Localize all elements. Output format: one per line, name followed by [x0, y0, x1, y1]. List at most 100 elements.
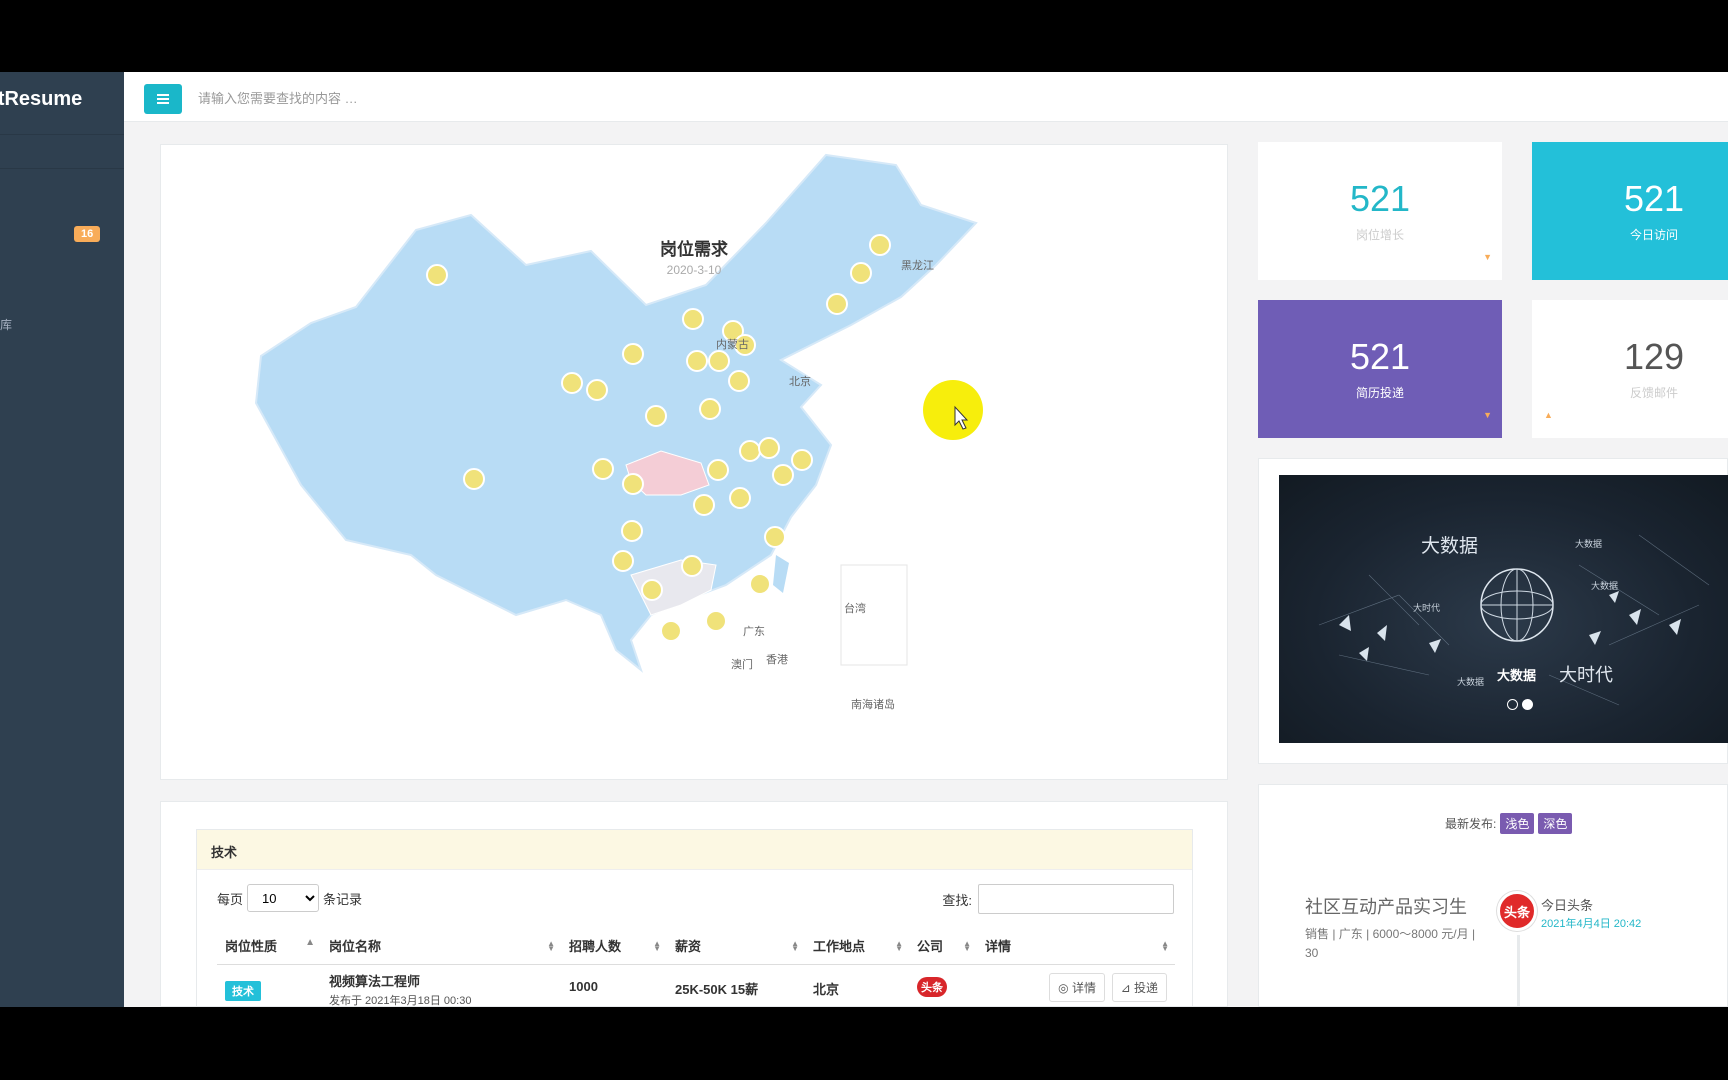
stat-label: 简历投递: [1355, 386, 1404, 400]
map-title: 岗位需求: [660, 240, 728, 259]
sort-icon: ▲ ▼: [895, 939, 903, 953]
brand-logo[interactable]: rtResume: [0, 88, 82, 111]
trend-down-icon: ▼: [1483, 252, 1492, 262]
map-marker: [758, 437, 780, 459]
map-marker: [622, 473, 644, 495]
column-header-detail[interactable]: 详情 ▲ ▼: [977, 928, 1175, 965]
table-card-title: 技术: [197, 830, 1192, 870]
stat-value: 521: [1349, 178, 1411, 219]
label-guangdong: 广东: [743, 625, 765, 638]
map-marker: [645, 405, 667, 427]
map-marker: [699, 398, 721, 420]
cell-count: 1000: [569, 978, 598, 994]
job-posted-date: 发布于 2021年3月18日 00:30: [329, 994, 472, 1007]
page-length-select[interactable]: 10: [247, 884, 320, 912]
job-table-card: 技术 每页 10 条记录 查找: 岗位性质 ▲ 岗位名称 ▲ ▼ 招聘人数 ▲ ▼: [196, 829, 1193, 1007]
map-marker: [561, 372, 583, 394]
sort-icon: ▲ ▼: [653, 939, 661, 953]
map-marker: [729, 487, 751, 509]
posting-source: 今日头条: [1541, 898, 1594, 913]
cell-name: 视频算法工程师 发布于 2021年3月18日 00:30: [321, 964, 561, 1007]
map-marker: [693, 494, 715, 516]
sort-icon: ▲ ▼: [963, 939, 971, 953]
map-marker: [621, 520, 643, 542]
banner-panel: 大数据 大时代 大数据 大时代 大数据 大数据 大数据: [1258, 458, 1728, 764]
page-length-control: 每页 10 条记录: [217, 884, 362, 912]
banner-heading: 大数据: [1421, 536, 1479, 557]
hamburger-icon: [157, 94, 169, 104]
sidebar-count-badge: 16: [74, 226, 101, 242]
sort-icon: ▲ ▼: [547, 939, 555, 953]
trend-up-icon: ▲: [1544, 410, 1553, 420]
stat-label: 反馈邮件: [1629, 386, 1678, 400]
map-marker: [463, 468, 485, 490]
network-graphic: [1318, 534, 1710, 706]
column-header-company[interactable]: 公司 ▲ ▼: [909, 928, 977, 965]
map-marker: [681, 555, 703, 577]
label-south-sea: 南海诸岛: [851, 697, 895, 711]
stat-value: 521: [1623, 178, 1685, 219]
sidebar: rtResume 16 库: [0, 72, 124, 1007]
job-table: 岗位性质 ▲ 岗位名称 ▲ ▼ 招聘人数 ▲ ▼ 薪资 ▲ ▼ 工作地点 ▲ ▼ 公司 ▲ ▼ 详情 ▲…: [217, 928, 1175, 1007]
map-marker: [707, 459, 729, 481]
stat-card-today-visits[interactable]: 521 今日访问: [1532, 142, 1728, 280]
sort-asc-icon: ▲: [305, 937, 315, 948]
menu-toggle-button[interactable]: [144, 84, 182, 114]
table-search-input[interactable]: [978, 884, 1174, 914]
taiwan-region: [773, 555, 789, 593]
sort-icon: ▲ ▼: [1161, 939, 1169, 953]
sidebar-item-label[interactable]: 库: [0, 316, 12, 333]
cell-type: 技术: [217, 964, 321, 1007]
carousel-dot-active[interactable]: [1522, 699, 1533, 710]
map-marker: [660, 620, 682, 642]
banner-small-text: 大数据: [1591, 581, 1619, 591]
search-input[interactable]: [198, 87, 598, 109]
column-header-count[interactable]: 招聘人数 ▲ ▼: [561, 928, 667, 965]
top-navbar: [124, 72, 1728, 122]
banner-small-text: 大时代: [1413, 603, 1441, 613]
latest-postings-panel: 最新发布: 浅色 深色 社区互动产品实习生 销售 | 广东 | 6000～800…: [1258, 784, 1728, 1007]
stat-card-feedback-emails[interactable]: 129 反馈邮件 ▲: [1532, 300, 1728, 438]
column-header-type[interactable]: 岗位性质 ▲: [217, 928, 321, 965]
cell-location: 北京: [813, 981, 840, 997]
apply-button[interactable]: ⊿ 投递: [1111, 972, 1167, 1002]
south-sea-inset: [840, 564, 908, 666]
label-hongkong: 香港: [766, 653, 788, 666]
job-name[interactable]: 视频算法工程师: [329, 971, 553, 990]
table-filter: 查找:: [942, 884, 1174, 914]
cell-company: 头条: [909, 964, 977, 1007]
table-header-row: 岗位性质 ▲ 岗位名称 ▲ ▼ 招聘人数 ▲ ▼ 薪资 ▲ ▼ 工作地点 ▲ ▼ 公司 ▲ ▼ 详情 ▲…: [217, 928, 1175, 965]
column-header-location[interactable]: 工作地点 ▲ ▼: [805, 928, 909, 965]
column-header-salary[interactable]: 薪资 ▲ ▼: [667, 928, 805, 965]
toutiao-logo: 头条: [1497, 891, 1537, 931]
label-neimenggu: 内蒙古: [716, 337, 749, 351]
column-header-name[interactable]: 岗位名称 ▲ ▼: [321, 928, 561, 965]
stat-card-resume-submissions[interactable]: 521 简历投递 ▼: [1258, 300, 1502, 438]
carousel-dot[interactable]: [1507, 699, 1518, 710]
job-type-badge: 技术: [225, 980, 261, 1001]
stat-card-job-growth[interactable]: 521 岗位增长 ▼: [1258, 142, 1502, 280]
theme-dark-tag[interactable]: 深色: [1538, 813, 1573, 834]
banner-center-text: 大数据: [1497, 668, 1537, 683]
map-marker: [586, 379, 608, 401]
map-marker: [772, 464, 794, 486]
stat-label: 今日访问: [1629, 228, 1678, 242]
map-marker: [739, 440, 761, 462]
map-marker: [728, 370, 750, 392]
map-marker: [764, 526, 786, 548]
map-marker: [705, 610, 727, 632]
timeline-line: [1517, 935, 1520, 1007]
cell-actions: ◎ 详情 ⊿ 投递: [977, 964, 1175, 1007]
map-marker: [622, 343, 644, 365]
table-row[interactable]: 技术 视频算法工程师 发布于 2021年3月18日 00:30 1000 25K…: [217, 964, 1175, 1007]
label-beijing: 北京: [789, 374, 811, 388]
letterbox-bottom: [0, 1007, 1728, 1080]
map-marker: [641, 579, 663, 601]
theme-light-tag[interactable]: 浅色: [1500, 813, 1535, 834]
big-data-carousel[interactable]: 大数据 大时代 大数据 大时代 大数据 大数据 大数据: [1279, 475, 1728, 743]
cell-salary: 25K-50K 15薪: [675, 981, 759, 997]
detail-button[interactable]: ◎ 详情: [1049, 972, 1105, 1002]
page-length-suffix: 条记录: [323, 891, 363, 907]
filter-label: 查找:: [942, 892, 972, 908]
posting-title[interactable]: 社区互动产品实习生: [1305, 893, 1467, 919]
